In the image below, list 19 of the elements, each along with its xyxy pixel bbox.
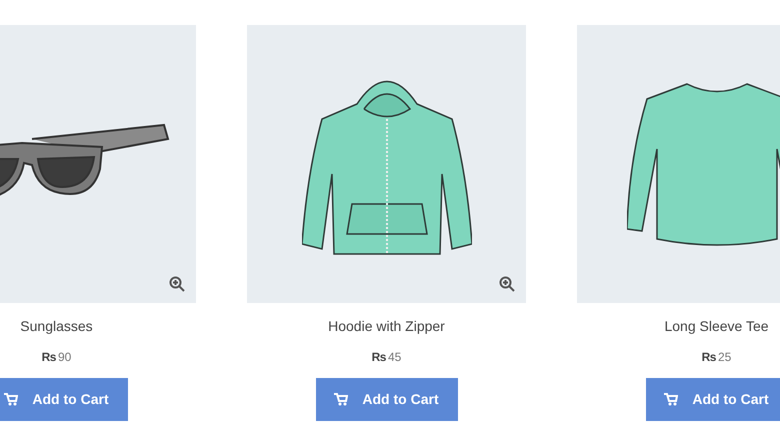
zoom-in-icon[interactable] [499, 276, 515, 292]
add-to-cart-button[interactable]: Add to Cart [316, 378, 458, 421]
price-amount: 25 [718, 349, 732, 366]
cart-icon [334, 393, 348, 406]
price-amount: 90 [58, 349, 72, 366]
zoom-in-icon[interactable] [169, 276, 185, 292]
cart-icon [4, 393, 18, 406]
cart-icon [664, 393, 678, 406]
product-name[interactable]: Sunglasses [20, 316, 93, 337]
add-to-cart-button[interactable]: Add to Cart [646, 378, 780, 421]
currency-label: Rs [42, 349, 56, 366]
product-name[interactable]: Long Sleeve Tee [664, 316, 769, 337]
product-image[interactable] [0, 25, 196, 303]
price-amount: 45 [388, 349, 402, 366]
currency-label: Rs [372, 349, 386, 366]
product-image[interactable] [247, 25, 526, 303]
product-name[interactable]: Hoodie with Zipper [328, 316, 445, 337]
currency-label: Rs [702, 349, 716, 366]
add-to-cart-button[interactable]: Add to Cart [0, 378, 128, 421]
